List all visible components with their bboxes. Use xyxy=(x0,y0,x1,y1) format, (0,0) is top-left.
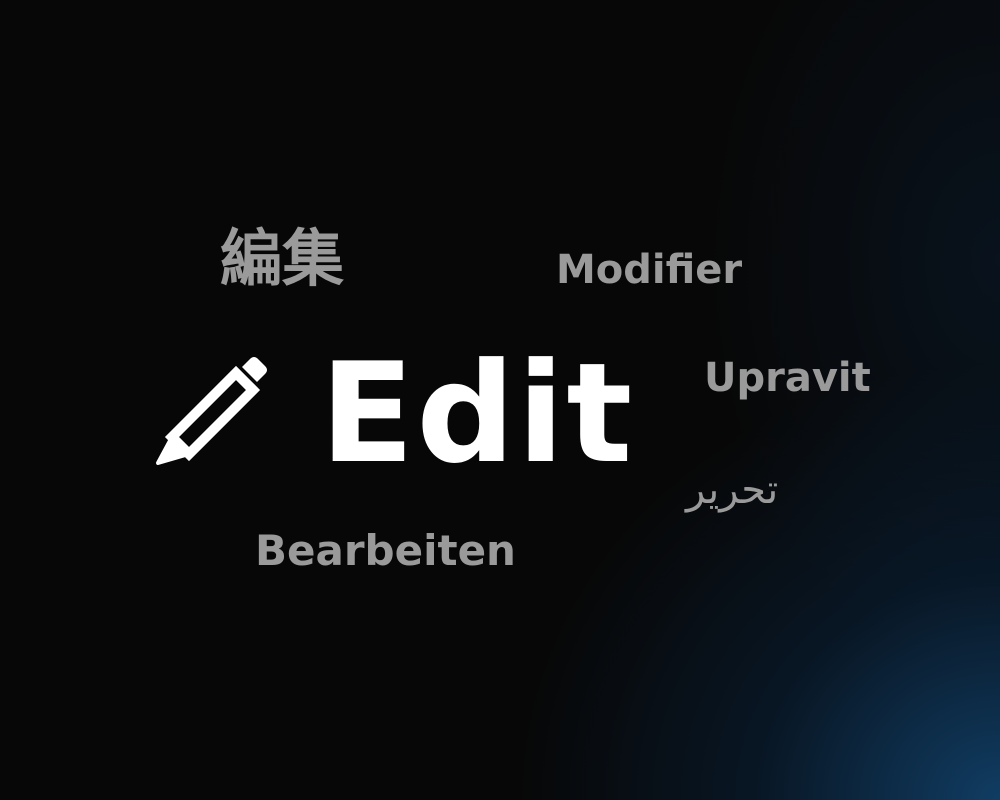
translation-french: Modifier xyxy=(556,247,743,293)
translation-arabic: تحرير xyxy=(686,467,779,513)
translation-japanese: 編集 xyxy=(220,222,345,295)
translation-german: Bearbeiten xyxy=(255,526,516,575)
translation-czech: Upravit xyxy=(704,355,871,401)
pencil-icon xyxy=(156,357,267,465)
edit-title: Edit xyxy=(320,333,635,494)
